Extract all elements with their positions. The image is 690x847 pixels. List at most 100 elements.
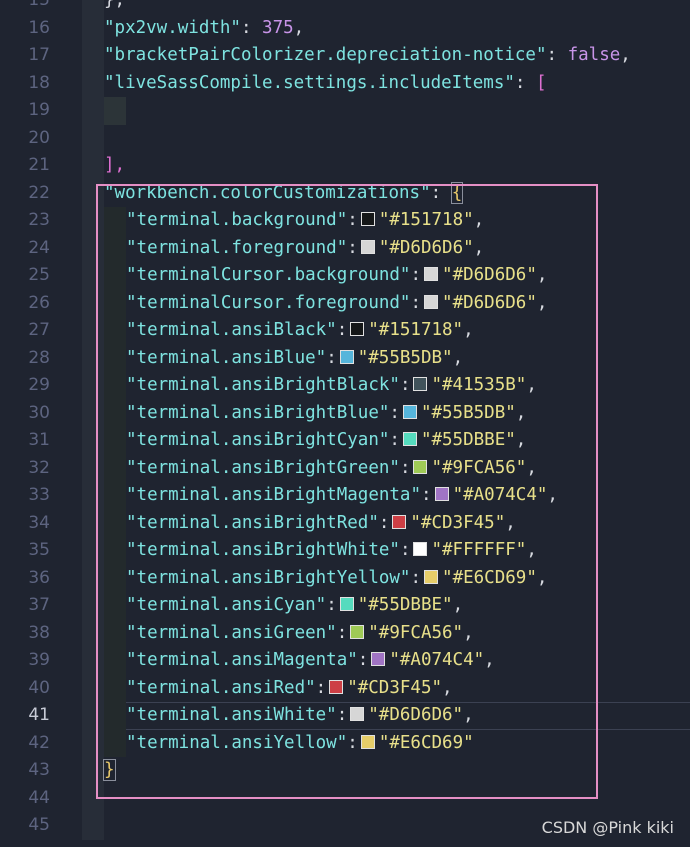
color-swatch-icon[interactable] xyxy=(413,542,428,556)
colon: : xyxy=(347,732,358,753)
code-line[interactable]: 41 "terminal.ansiWhite": "#D6D6D6", xyxy=(0,702,690,730)
indent-guide xyxy=(82,812,104,840)
comma: , xyxy=(526,457,537,478)
line-number: 21 xyxy=(28,155,50,175)
indent-guide xyxy=(82,482,104,510)
line-content: "terminal.ansiWhite": "#D6D6D6", xyxy=(126,702,474,730)
code-line[interactable]: 33 "terminal.ansiBrightMagenta": "#A074C4"… xyxy=(0,482,690,510)
line-content: "terminalCursor.foreground": "#D6D6D6", xyxy=(126,290,547,318)
line-number: 24 xyxy=(28,237,50,258)
comma: , xyxy=(505,512,516,533)
line-number: 38 xyxy=(28,622,50,643)
code-line[interactable]: 34 "terminal.ansiBrightRed": "#CD3F45", xyxy=(0,509,690,538)
json-key: "terminal.background" xyxy=(126,210,348,230)
code-line[interactable]: 39 "terminal.ansiMagenta": "#A074C4", xyxy=(0,647,690,675)
json-key: "terminal.ansiCyan" xyxy=(126,595,327,615)
color-swatch-icon[interactable] xyxy=(339,349,354,364)
code-line[interactable]: 35 "terminal.ansiBrightWhite": "#FFFFFF", xyxy=(0,537,690,565)
color-swatch-icon[interactable] xyxy=(413,459,428,474)
code-line[interactable]: 31 "terminal.ansiBrightCyan": "#55DBBE", xyxy=(0,427,690,455)
color-swatch-icon[interactable] xyxy=(350,322,365,336)
colon: : xyxy=(430,182,452,203)
line-content: "terminal.ansiBrightRed": "#CD3F45", xyxy=(126,510,516,538)
color-swatch-icon[interactable] xyxy=(360,212,375,226)
color-swatch-icon[interactable] xyxy=(371,652,386,666)
color-swatch-icon[interactable] xyxy=(424,267,439,281)
code-line[interactable]: 37 "terminal.ansiCyan": "#55DBBE", xyxy=(0,592,690,620)
code-line[interactable]: 22 "workbench.colorCustomizations": { xyxy=(0,179,690,207)
colon: : xyxy=(514,72,536,93)
code-line[interactable]: 30 "terminal.ansiBrightBlue": "#55B5DB", xyxy=(0,399,690,427)
code-line[interactable]: 21], xyxy=(0,152,690,180)
watermark: CSDN @Pink kiki xyxy=(541,818,674,837)
code-line[interactable]: 24 "terminal.foreground": "#D6D6D6", xyxy=(0,234,690,262)
color-swatch-icon[interactable] xyxy=(360,239,375,254)
code-line[interactable]: 28 "terminal.ansiBlue": "#55B5DB", xyxy=(0,344,690,372)
code-line[interactable]: 25 "terminalCursor.background": "#D6D6D6", xyxy=(0,262,690,290)
line-content: }, xyxy=(104,0,125,15)
json-key: "terminal.ansiBrightWhite" xyxy=(126,540,400,560)
color-swatch-icon[interactable] xyxy=(329,679,344,694)
code-line[interactable]: 32 "terminal.ansiBrightGreen": "#9FCA56", xyxy=(0,454,690,483)
comma: , xyxy=(526,375,537,395)
code-line[interactable]: 19 xyxy=(0,97,690,125)
color-swatch-icon[interactable] xyxy=(424,569,439,584)
color-swatch-icon[interactable] xyxy=(350,624,365,639)
code-line[interactable]: 18 "liveSassCompile.settings.includeItems… xyxy=(0,69,690,97)
line-content: "terminal.ansiBrightGreen": "#9FCA56", xyxy=(126,455,537,483)
line-number: 16 xyxy=(28,17,50,38)
json-key: "terminal.ansiMagenta" xyxy=(126,650,358,670)
comma: , xyxy=(473,210,485,230)
json-key: "px2vw.width" xyxy=(104,17,241,38)
colon: : xyxy=(389,402,400,423)
json-value: "#D6D6D6" xyxy=(378,237,474,258)
code-line[interactable]: 17 "bracketPairColorizer.depreciation-not… xyxy=(0,42,690,70)
code-line[interactable]: 16 "px2vw.width": 375, xyxy=(0,14,690,42)
indent-guide xyxy=(82,69,104,97)
colon: : xyxy=(357,650,369,670)
indent-guide xyxy=(82,97,104,125)
line-number: 44 xyxy=(28,787,50,808)
code-line[interactable]: 15}, xyxy=(0,0,690,15)
code-line[interactable]: 23 "terminal.background": "#151718", xyxy=(0,207,690,235)
color-swatch-icon[interactable] xyxy=(350,707,365,721)
line-number: 41 xyxy=(28,705,50,725)
json-key: "terminal.ansiBrightMagenta" xyxy=(126,485,422,505)
indent-guide xyxy=(82,14,104,42)
code-line[interactable]: 27 "terminal.ansiBlack": "#151718", xyxy=(0,317,690,345)
code-line[interactable]: 44 xyxy=(0,784,690,812)
color-swatch-icon[interactable] xyxy=(402,432,417,446)
json-value: "#55B5DB" xyxy=(420,402,516,423)
color-swatch-icon[interactable] xyxy=(434,487,449,501)
code-line[interactable]: 43} xyxy=(0,757,690,785)
color-swatch-icon[interactable] xyxy=(413,377,428,391)
indent-guide xyxy=(82,702,104,730)
comma: , xyxy=(463,320,474,340)
code-line[interactable]: 40 "terminal.ansiRed": "#CD3F45", xyxy=(0,674,690,703)
color-swatch-icon[interactable] xyxy=(424,294,439,309)
code-editor[interactable]: 15}, 16 "px2vw.width": 375, 17 "bracketPairC… xyxy=(0,0,690,840)
color-swatch-icon[interactable] xyxy=(402,404,417,419)
indent-guide xyxy=(104,564,126,592)
json-value: "#9FCA56" xyxy=(368,622,464,643)
code-line[interactable]: 29 "terminal.ansiBrightBlack": "#41535B", xyxy=(0,372,690,400)
indent-guide xyxy=(82,509,104,537)
color-swatch-icon[interactable] xyxy=(392,514,407,529)
code-line[interactable]: 20 xyxy=(0,124,690,152)
json-key: "terminal.ansiBrightRed" xyxy=(126,512,379,533)
code-line[interactable]: 42 "terminal.ansiYellow": "#E6CD69" xyxy=(0,729,690,757)
indent-guide xyxy=(82,427,104,455)
color-swatch-icon[interactable] xyxy=(339,597,354,611)
line-number: 23 xyxy=(28,210,50,230)
code-line[interactable]: 36 "terminal.ansiBrightYellow": "#E6CD69", xyxy=(0,564,690,592)
color-swatch-icon[interactable] xyxy=(360,734,375,749)
line-content: "terminal.ansiRed": "#CD3F45", xyxy=(126,675,453,703)
indent-guide xyxy=(104,262,126,290)
line-content: "terminal.ansiCyan": "#55DBBE", xyxy=(126,592,463,620)
colon: : xyxy=(546,45,568,65)
code-line[interactable]: 38 "terminal.ansiGreen": "#9FCA56", xyxy=(0,619,690,647)
json-value: "#D6D6D6" xyxy=(442,292,537,313)
comma: , xyxy=(536,567,548,588)
code-line[interactable]: 26 "terminalCursor.foreground": "#D6D6D6", xyxy=(0,289,690,318)
json-value: "#D6D6D6" xyxy=(368,705,464,725)
